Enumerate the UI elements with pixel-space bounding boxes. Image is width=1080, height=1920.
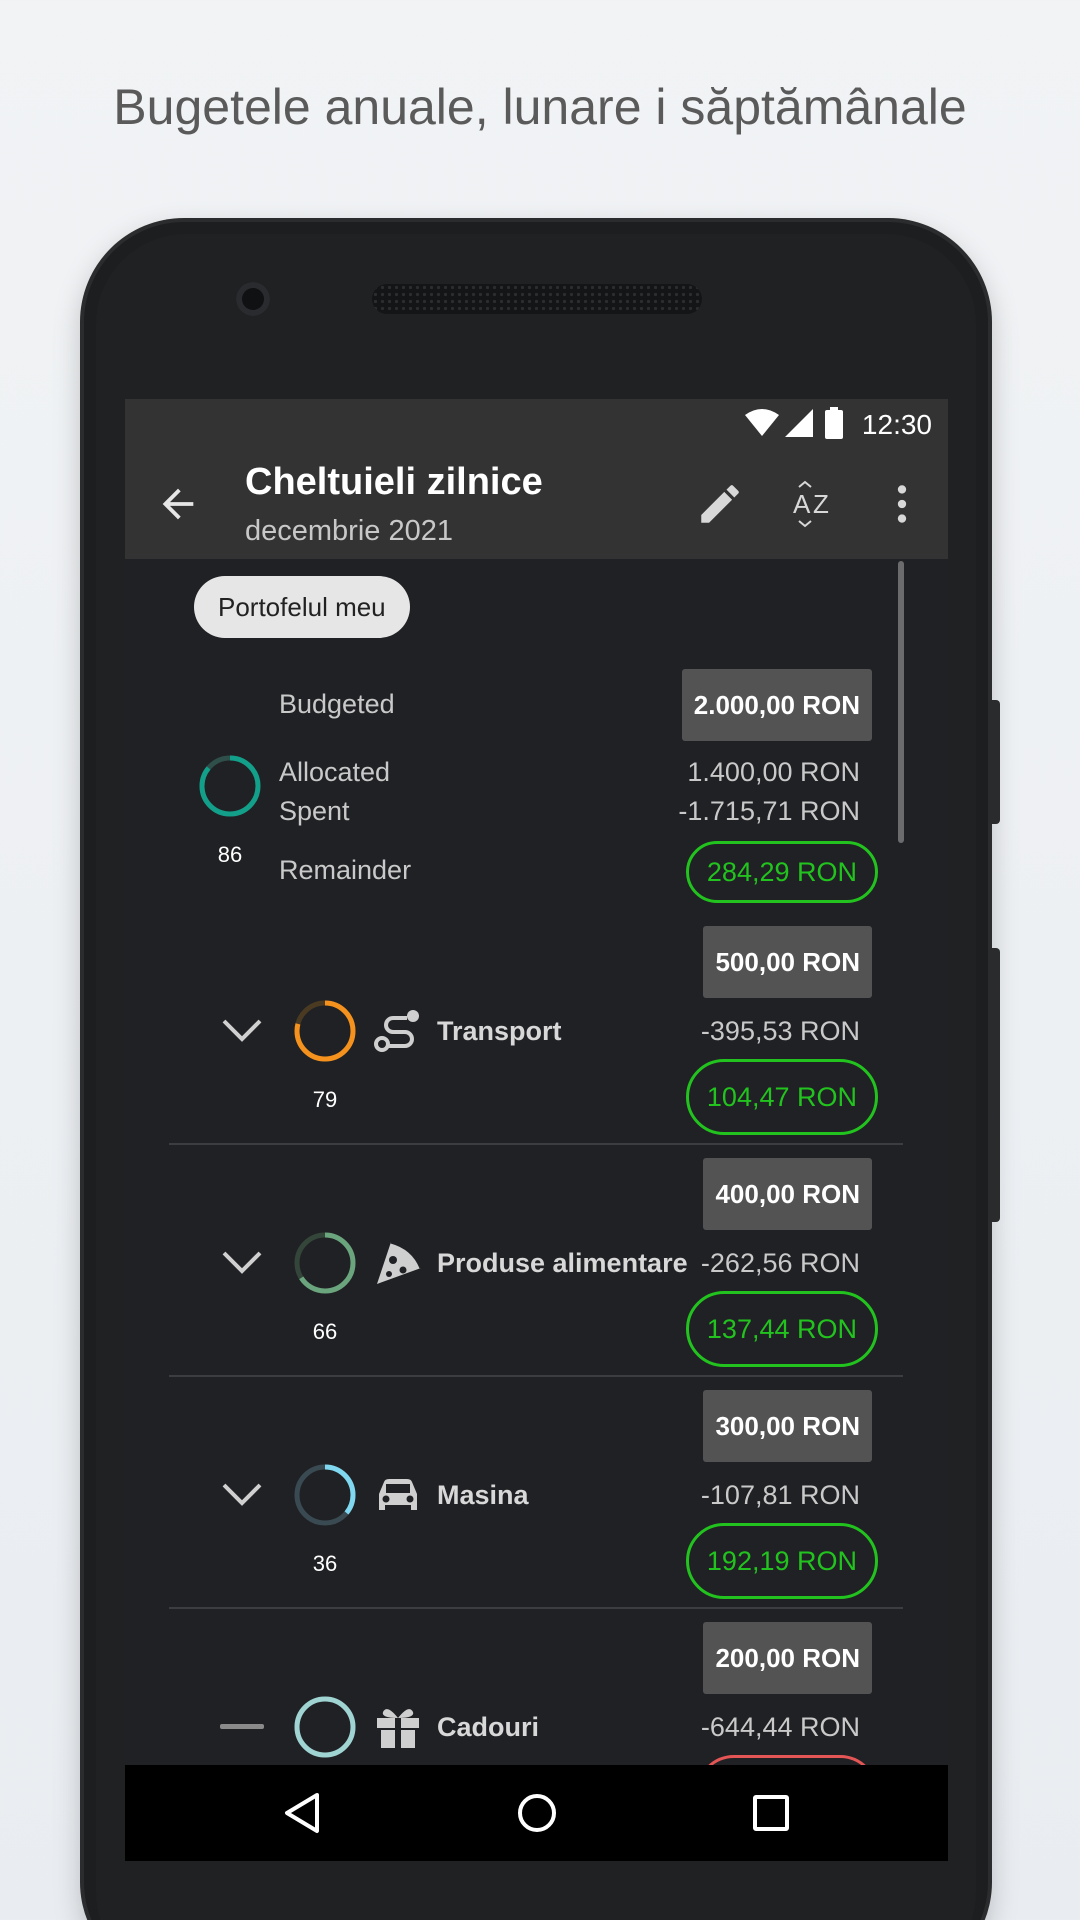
category-progress-ring: 66 <box>293 1231 357 1344</box>
edit-pencil-icon[interactable] <box>695 479 745 529</box>
category-budget-box[interactable]: 200,00 RON <box>703 1622 872 1694</box>
nav-back-icon[interactable] <box>279 1789 327 1837</box>
category-budget-box[interactable]: 300,00 RON <box>703 1390 872 1462</box>
category-progress-ring: 322 <box>293 1695 357 1808</box>
page-title: Cheltuieli zilnice <box>245 461 543 503</box>
allocated-label: Allocated <box>279 757 391 787</box>
nav-recents-icon[interactable] <box>747 1789 795 1837</box>
summary-progress-value: 86 <box>217 842 243 867</box>
scrollbar[interactable] <box>898 561 904 843</box>
category-spent: -395,53 RON <box>700 1016 860 1046</box>
category-spent: -644,44 RON <box>700 1712 860 1742</box>
spent-value: -1.715,71 RON <box>678 796 860 826</box>
category-progress-ring: 79 <box>293 999 357 1112</box>
collapse-dash-icon[interactable] <box>220 1724 264 1729</box>
category-budget-box[interactable]: 500,00 RON <box>703 926 872 998</box>
signal-icon <box>785 409 813 437</box>
category-remainder-pill: 192,19 RON <box>685 1523 878 1599</box>
allocated-value: 1.400,00 RON <box>687 757 860 787</box>
category-remainder-pill: 137,44 RON <box>685 1291 878 1367</box>
wallet-chip[interactable]: Portofelul meu <box>194 576 410 638</box>
back-arrow-icon[interactable] <box>155 481 201 527</box>
route-icon <box>374 1010 419 1052</box>
status-bar: 12:30 <box>125 399 948 449</box>
chevron-down-icon[interactable] <box>220 1015 264 1045</box>
category-spent: -262,56 RON <box>700 1248 860 1278</box>
divider <box>169 1607 903 1609</box>
wifi-icon <box>745 409 779 436</box>
category-ring-svg <box>294 1000 356 1062</box>
category-remainder-pill: 104,47 RON <box>685 1059 878 1135</box>
category-name: Masina <box>437 1480 529 1510</box>
category-name: Cadouri <box>437 1712 540 1742</box>
category-progress-ring: 36 <box>293 1463 357 1576</box>
nav-home-icon[interactable] <box>513 1789 561 1837</box>
budgeted-label: Budgeted <box>279 689 395 719</box>
category-ring-svg <box>294 1232 356 1294</box>
car-icon <box>379 1479 417 1510</box>
total-budget-box[interactable]: 2.000,00 RON <box>681 669 872 741</box>
remainder-label: Remainder <box>279 855 412 885</box>
remainder-pill: 284,29 RON <box>685 841 878 903</box>
pizza-icon <box>377 1240 423 1284</box>
phone-screen: 12:30 Cheltuieli zilnice decembrie 2021 … <box>125 399 948 1861</box>
battery-icon <box>825 407 843 439</box>
category-ring-svg <box>294 1464 356 1526</box>
system-nav-bar <box>125 1765 948 1861</box>
earpiece-speaker <box>372 284 702 314</box>
chevron-down-icon[interactable] <box>220 1479 264 1509</box>
category-progress-value: 66 <box>312 1319 338 1344</box>
promo-title: Bugetele anuale, lunare i săptămânale <box>113 79 967 135</box>
category-spent: -107,81 RON <box>700 1480 860 1510</box>
spent-label: Spent <box>279 796 350 826</box>
category-progress-value: 79 <box>312 1087 338 1112</box>
summary-progress-ring: 86 <box>198 754 262 867</box>
volume-button <box>988 700 1000 824</box>
category-name: Produse alimentare <box>437 1248 688 1278</box>
category-budget-box[interactable]: 400,00 RON <box>703 1158 872 1230</box>
category-progress-value: 36 <box>312 1551 338 1576</box>
summary-ring-svg <box>199 755 261 817</box>
more-vert-icon[interactable] <box>877 479 927 529</box>
front-camera <box>236 282 270 316</box>
page-subtitle: decembrie 2021 <box>245 515 453 547</box>
category-name: Transport <box>437 1016 562 1046</box>
divider <box>169 1375 903 1377</box>
power-button <box>988 948 1000 1222</box>
svg-text:Z: Z <box>813 489 829 519</box>
chevron-down-icon[interactable] <box>220 1247 264 1277</box>
svg-text:A: A <box>793 489 811 519</box>
status-time: 12:30 <box>861 409 932 440</box>
category-ring-svg <box>294 1696 356 1758</box>
gift-icon <box>377 1709 419 1748</box>
sort-az-icon[interactable]: A Z <box>791 479 841 529</box>
app-bar: Cheltuieli zilnice decembrie 2021 A Z <box>125 449 948 559</box>
divider <box>169 1143 903 1145</box>
